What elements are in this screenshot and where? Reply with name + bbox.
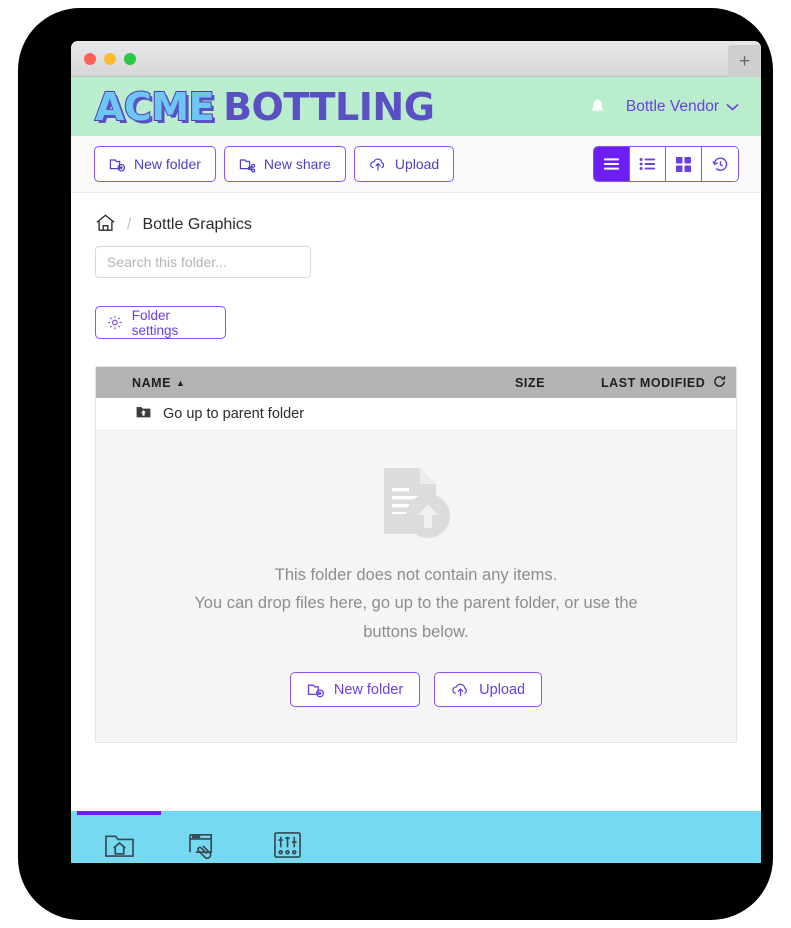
- bottom-navigation: All Files Sharing: [71, 811, 761, 863]
- view-toggle-list-detail[interactable]: [630, 147, 666, 181]
- history-icon: [711, 156, 727, 171]
- user-menu-label: Bottle Vendor: [625, 97, 719, 115]
- chevron-down-icon: [726, 103, 739, 111]
- window-title-bar: +: [71, 41, 761, 77]
- user-menu-button[interactable]: Bottle Vendor: [626, 98, 739, 116]
- gear-icon: [108, 315, 122, 330]
- folder-add-icon: [109, 158, 126, 172]
- file-table: NAME ▲ SIZE LAST MODIFIED Go up to paren…: [95, 366, 737, 743]
- nav-item-sharing[interactable]: Sharing: [161, 811, 245, 863]
- traffic-lights: [84, 53, 136, 65]
- app-header: ACME BOTTLING Bottle Vendor: [71, 77, 761, 136]
- breadcrumb: / Bottle Graphics: [95, 193, 737, 238]
- upload-label: Upload: [394, 156, 440, 172]
- home-icon[interactable]: [95, 213, 116, 238]
- window-link-icon: [188, 831, 218, 862]
- header-right-group: Bottle Vendor: [589, 98, 739, 116]
- folder-share-icon: [239, 158, 256, 173]
- new-share-label: New share: [263, 156, 331, 172]
- nav-item-all-files[interactable]: All Files: [77, 811, 161, 863]
- brand-logo: ACME BOTTLING: [94, 84, 435, 129]
- folder-add-icon: [307, 684, 324, 698]
- empty-state-line2: You can drop files here, go up to the pa…: [194, 594, 638, 613]
- refresh-icon[interactable]: [713, 375, 726, 391]
- empty-upload-label: Upload: [479, 681, 526, 698]
- bell-icon[interactable]: [589, 98, 606, 116]
- empty-upload-button[interactable]: Upload: [434, 672, 543, 708]
- column-header-last-modified-label: LAST MODIFIED: [601, 375, 706, 390]
- empty-state-text: This folder does not contain any items. …: [194, 561, 637, 646]
- empty-state-line3: buttons below.: [363, 622, 469, 641]
- view-toggle-history[interactable]: [702, 147, 738, 181]
- grid-icon: [676, 156, 691, 172]
- column-header-name-label: NAME: [132, 375, 172, 390]
- plus-icon: +: [738, 50, 751, 72]
- maximize-window-button[interactable]: [124, 53, 136, 65]
- parent-folder-label: Go up to parent folder: [163, 406, 305, 422]
- toolbar-actions: New folder New share Upload: [94, 146, 455, 182]
- cloud-upload-icon: [452, 683, 468, 696]
- empty-state-line1: This folder does not contain any items.: [274, 565, 558, 584]
- toolbar: New folder New share Upload: [71, 136, 761, 193]
- minimize-window-button[interactable]: [104, 53, 116, 65]
- brand-logo-acme: ACME: [94, 84, 216, 129]
- upload-button[interactable]: Upload: [353, 146, 455, 182]
- folder-home-icon: [104, 831, 135, 862]
- column-header-last-modified[interactable]: LAST MODIFIED: [601, 375, 736, 391]
- empty-new-folder-button[interactable]: New folder: [289, 672, 421, 708]
- empty-state-dropzone[interactable]: This folder does not contain any items. …: [96, 431, 736, 742]
- cloud-upload-icon: [370, 158, 384, 170]
- list-detail-icon: [639, 157, 656, 171]
- list-compact-icon: [603, 158, 620, 170]
- empty-new-folder-label: New folder: [333, 681, 404, 698]
- search-input[interactable]: [95, 246, 311, 278]
- column-header-size[interactable]: SIZE: [515, 376, 601, 390]
- document-upload-icon: [380, 466, 452, 547]
- new-folder-button[interactable]: New folder: [94, 146, 216, 182]
- browser-window: + ACME BOTTLING Bottle Vendor New folder…: [71, 41, 761, 863]
- sliders-icon: [273, 831, 302, 862]
- empty-state-actions: New folder Upload: [289, 672, 543, 708]
- view-toggle-grid[interactable]: [666, 147, 702, 181]
- view-toggle-list-compact[interactable]: [594, 147, 630, 181]
- folder-settings-button[interactable]: Folder settings: [95, 306, 226, 339]
- breadcrumb-current[interactable]: Bottle Graphics: [142, 216, 251, 234]
- view-toggle-group: [593, 146, 739, 182]
- new-share-button[interactable]: New share: [223, 146, 346, 182]
- brand-logo-bottling: BOTTLING: [223, 84, 435, 129]
- sort-ascending-icon: ▲: [176, 377, 186, 388]
- nav-item-settings[interactable]: Settings: [245, 811, 329, 863]
- folder-settings-label: Folder settings: [131, 307, 179, 338]
- folder-up-icon: [136, 405, 151, 423]
- parent-folder-row[interactable]: Go up to parent folder: [96, 398, 736, 431]
- new-tab-button[interactable]: +: [728, 45, 761, 77]
- breadcrumb-separator: /: [127, 216, 132, 233]
- column-header-name[interactable]: NAME ▲: [96, 376, 515, 390]
- device-frame: + ACME BOTTLING Bottle Vendor New folder…: [18, 8, 773, 920]
- new-folder-label: New folder: [134, 156, 201, 172]
- active-tab-indicator: [77, 811, 161, 815]
- main-content: / Bottle Graphics Folder settings NAME ▲: [71, 193, 761, 811]
- close-window-button[interactable]: [84, 53, 96, 65]
- table-header-row: NAME ▲ SIZE LAST MODIFIED: [96, 367, 736, 398]
